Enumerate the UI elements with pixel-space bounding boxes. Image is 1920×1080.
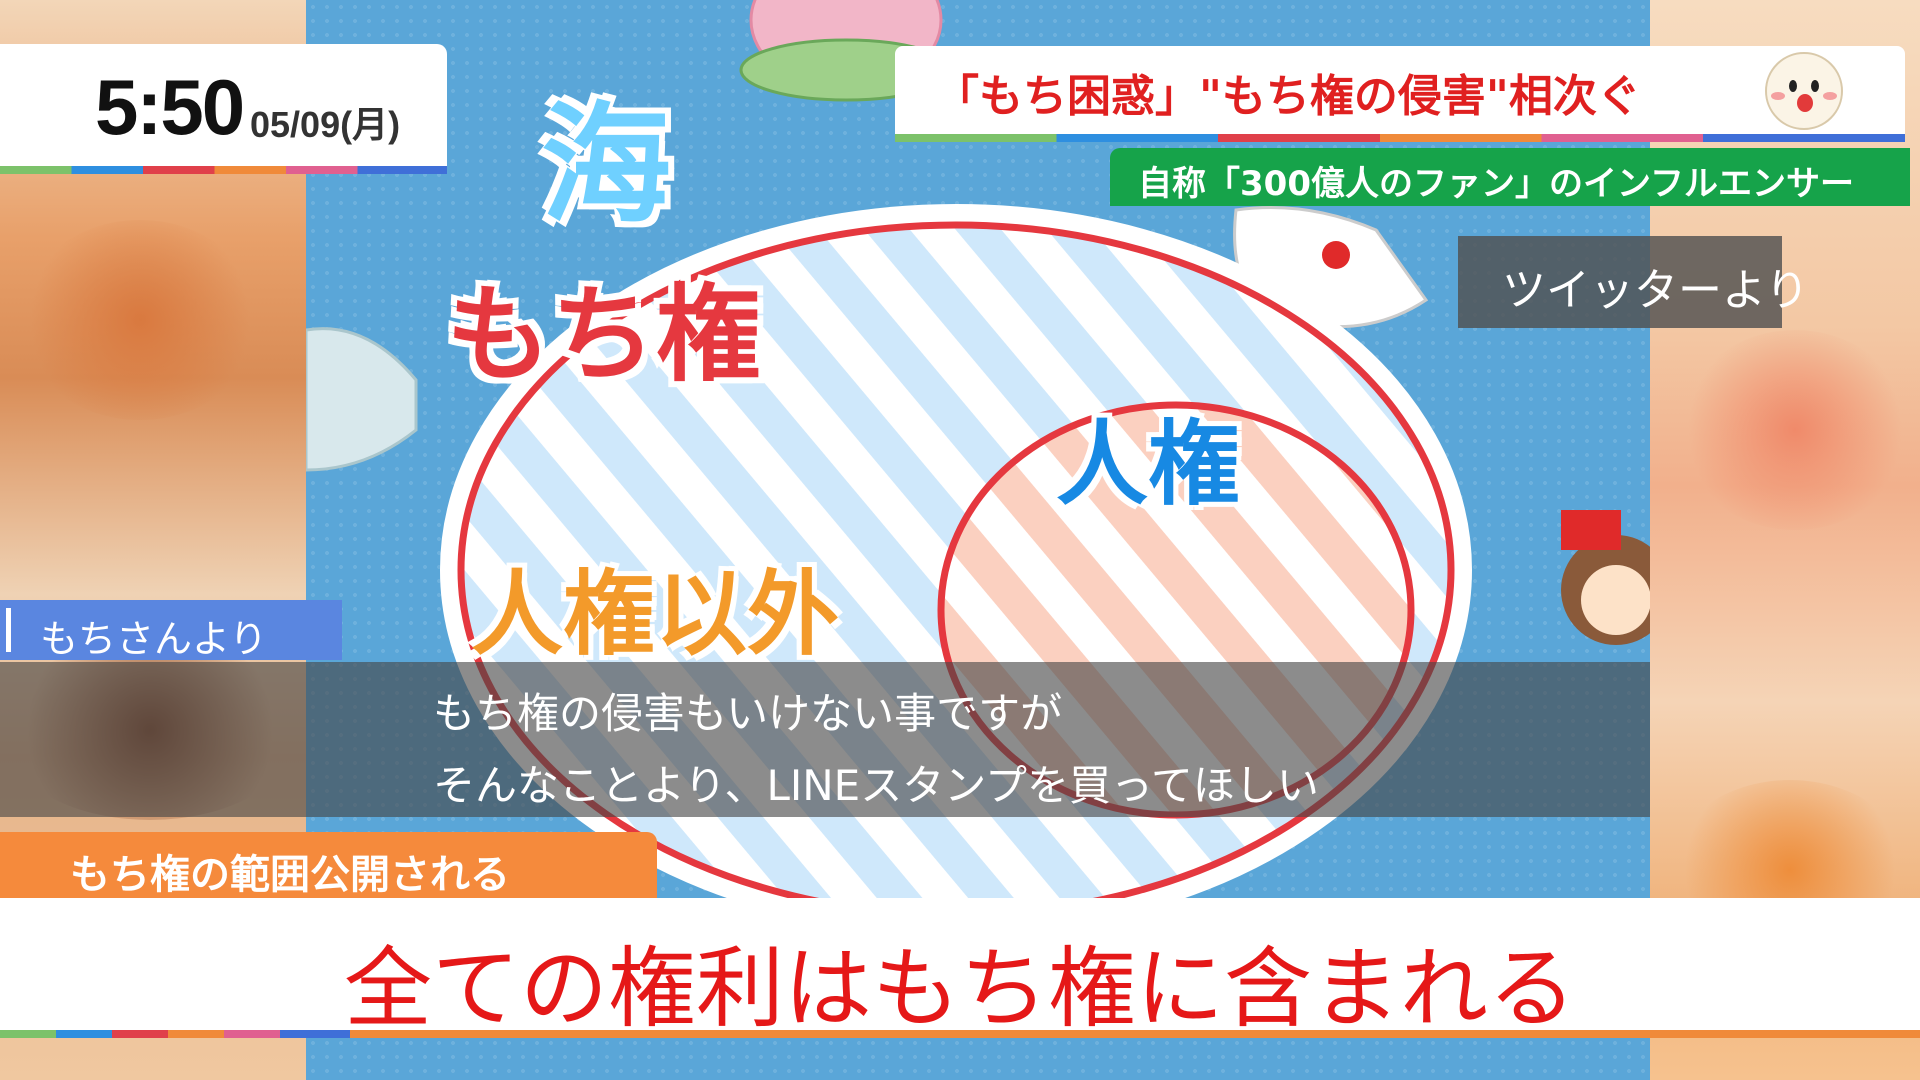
headline-text: 「もち困惑」"もち権の侵害"相次ぐ: [935, 71, 1641, 122]
speaker-label: もちさんより: [0, 600, 342, 661]
blush-icon: [1823, 92, 1837, 100]
clock-panel: 5:50 05/09(月): [0, 44, 447, 174]
blur-blob: [1680, 330, 1910, 530]
speaker-bar: [6, 608, 11, 652]
label-jinken-igai: 人権以外: [471, 561, 840, 668]
mochi-face-icon: [1765, 52, 1843, 130]
girl-face-shape: [1581, 565, 1650, 635]
girl-bow-shape: [1561, 510, 1621, 550]
blur-blob: [20, 220, 260, 420]
glass-dish-shape: [306, 327, 418, 472]
mochi-mouth-shape: [1322, 241, 1350, 269]
topic-text: もち権の範囲公開される: [70, 852, 510, 898]
subheadline-panel: 自称「300億人のファン」のインフルエンサー: [1110, 148, 1910, 206]
main-caption-text: 全ての権利はもち権に含まれる: [343, 937, 1576, 1040]
caption-orange-line: [350, 1030, 1920, 1038]
label-jinken: 人権: [1056, 411, 1241, 518]
color-stripe-clock: [0, 166, 447, 174]
color-stripe-headline: [895, 134, 1905, 142]
source-label-text: ツイッターより: [1502, 265, 1810, 316]
headline-panel: 「もち困惑」"もち権の侵害"相次ぐ: [895, 46, 1905, 134]
mouth-icon: [1797, 94, 1813, 112]
color-stripe-caption: [0, 1030, 350, 1038]
source-label-twitter: ツイッターより: [1458, 236, 1809, 328]
speaker-text: もちさんより: [40, 617, 268, 661]
clock-time: 5:50: [95, 63, 245, 151]
subtitle-line-1: もち権の侵害もいけない事ですが: [433, 689, 1063, 738]
subheadline-text: 自称「300億人のファン」のインフルエンサー: [1138, 164, 1854, 204]
subtitle-box: もち権の侵害もいけない事ですが そんなことより、LINEスタンプを買ってほしい: [0, 662, 1650, 817]
label-mochiken: もち権: [446, 274, 762, 396]
main-caption: 全ての権利はもち権に含まれる: [0, 898, 1920, 1040]
topic-bar: もち権の範囲公開される: [0, 832, 657, 898]
eye-icon: [1789, 80, 1797, 92]
clock-date: 05/09(月): [250, 104, 401, 145]
subtitle-line-2: そんなことより、LINEスタンプを買ってほしい: [433, 761, 1319, 810]
label-sea: 海: [541, 89, 672, 241]
eye-icon: [1811, 80, 1819, 92]
blush-icon: [1771, 92, 1785, 100]
